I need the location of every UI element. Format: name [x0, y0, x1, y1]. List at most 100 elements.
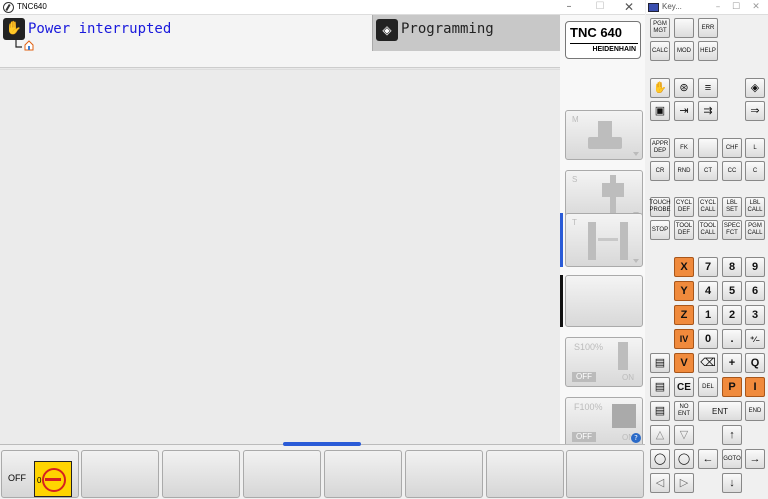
key-0[interactable]: 0 — [698, 329, 718, 349]
key-end[interactable]: END — [745, 401, 765, 421]
key-calc[interactable]: CALC — [650, 41, 670, 61]
programming-tab[interactable]: ◈ Programming — [372, 15, 560, 51]
key-pgm-call[interactable]: PGM CALL — [745, 220, 765, 240]
key-2[interactable]: 2 — [722, 305, 742, 325]
key-lbl-set[interactable]: LBL SET — [722, 197, 742, 217]
key-mod[interactable]: MOD — [674, 41, 694, 61]
key-3[interactable]: 3 — [745, 305, 765, 325]
key-no-ent[interactable]: NO ENT — [674, 401, 694, 421]
active-indicator — [560, 213, 563, 267]
key-rotate-left-icon[interactable]: ◯ — [650, 449, 670, 469]
key-axis-y[interactable]: Y — [674, 281, 694, 301]
key-arrow-up-icon[interactable]: ↑ — [722, 425, 742, 445]
softkey-m-function[interactable]: M — [565, 110, 643, 160]
programming-tab-label: Programming — [401, 21, 494, 37]
key-page-down-icon[interactable]: ▤ — [650, 401, 670, 421]
key-rotate-right-icon[interactable]: ◯ — [674, 449, 694, 469]
key-arrow-left-icon[interactable]: ← — [698, 449, 718, 469]
softkey-8[interactable] — [566, 450, 644, 498]
key-help[interactable]: HELP — [698, 41, 718, 61]
softkey-power-off[interactable]: OFF 0 — [1, 450, 79, 498]
key-axis-x[interactable]: X — [674, 257, 694, 277]
key-plus-minus[interactable]: ⁺∕₋ — [745, 329, 765, 349]
key-appr-dep[interactable]: APPR DEP — [650, 138, 670, 158]
key-cycl-def[interactable]: CYCL DEF — [674, 197, 694, 217]
key-programming-icon[interactable]: ◈ — [745, 78, 765, 98]
close-icon[interactable]: ✕ — [614, 0, 644, 15]
softkey-6[interactable] — [405, 450, 483, 498]
kbd-maximize-icon[interactable]: ☐ — [726, 0, 746, 15]
key-tool-call[interactable]: TOOL CALL — [698, 220, 718, 240]
help-icon[interactable]: ? — [631, 433, 641, 443]
key-plus[interactable]: + — [722, 353, 742, 373]
minimize-icon[interactable]: – — [554, 0, 584, 15]
key-full-sequence-icon[interactable]: ⇉ — [698, 101, 718, 121]
key-6[interactable]: 6 — [745, 281, 765, 301]
softkey-spindle-override[interactable]: S100% OFF ON — [565, 337, 643, 387]
key-cr[interactable]: CR — [650, 161, 670, 181]
key-pgm-mgt[interactable]: PGM MGT — [650, 18, 670, 38]
key-cc[interactable]: CC — [722, 161, 742, 181]
key-c[interactable]: C — [745, 161, 765, 181]
key-l[interactable]: L — [745, 138, 765, 158]
key-i[interactable]: I — [745, 377, 765, 397]
key-8[interactable]: 8 — [722, 257, 742, 277]
key-axis-v[interactable]: V — [674, 353, 694, 373]
key-1[interactable]: 1 — [698, 305, 718, 325]
softkey-7[interactable] — [486, 450, 564, 498]
key-rnd[interactable]: RND — [674, 161, 694, 181]
key-ent[interactable]: ENT — [698, 401, 742, 421]
key-test-run-icon[interactable]: ▣ — [650, 101, 670, 121]
key-tool-def[interactable]: TOOL DEF — [674, 220, 694, 240]
key-pgm-list-icon[interactable]: ▤ — [650, 353, 670, 373]
key-manual-hand-icon[interactable]: ✋ — [650, 78, 670, 98]
softkey-5[interactable] — [324, 450, 402, 498]
key-handwheel-icon[interactable]: ⊛ — [674, 78, 694, 98]
key-axis-z[interactable]: Z — [674, 305, 694, 325]
softkey-3[interactable] — [162, 450, 240, 498]
key-single-block-icon[interactable]: ⇥ — [674, 101, 694, 121]
key-del[interactable]: DEL — [698, 377, 718, 397]
key-blank-1[interactable] — [674, 18, 694, 38]
key-triangle-left-icon[interactable]: ◁ — [650, 473, 670, 493]
key-triangle-up-icon[interactable]: △ — [650, 425, 670, 445]
keyboard-window: Key... – ☐ ✕ PGM MGT ERR CALC MOD HELP ✋… — [646, 0, 768, 499]
key-ce[interactable]: CE — [674, 377, 694, 397]
key-q[interactable]: Q — [745, 353, 765, 373]
horizontal-softkey-bar: OFF 0 — [0, 442, 645, 499]
key-cycl-call[interactable]: CYCL CALL — [698, 197, 718, 217]
key-backspace-icon[interactable]: ⌫ — [698, 353, 718, 373]
key-page-up-icon[interactable]: ▤ — [650, 377, 670, 397]
softkey-4[interactable] — [243, 450, 321, 498]
softkey-2[interactable] — [81, 450, 159, 498]
softkey-blank[interactable] — [565, 275, 643, 327]
key-chf[interactable]: CHF — [722, 138, 742, 158]
key-ct[interactable]: CT — [698, 161, 718, 181]
key-arrow-down-icon[interactable]: ↓ — [722, 473, 742, 493]
key-triangle-right-icon[interactable]: ▷ — [674, 473, 694, 493]
key-err[interactable]: ERR — [698, 18, 718, 38]
key-goto[interactable]: GOTO — [722, 449, 742, 469]
key-test-icon[interactable]: ⇒ — [745, 101, 765, 121]
key-4[interactable]: 4 — [698, 281, 718, 301]
key-lbl-call[interactable]: LBL CALL — [745, 197, 765, 217]
key-mdi-icon[interactable]: ≡ — [698, 78, 718, 98]
key-stop[interactable]: STOP — [650, 220, 670, 240]
softkey-t-function[interactable]: T — [565, 213, 643, 267]
key-fk[interactable]: FK — [674, 138, 694, 158]
kbd-minimize-icon[interactable]: – — [708, 0, 728, 15]
key-p[interactable]: P — [722, 377, 742, 397]
softkey-page-indicator — [283, 442, 361, 446]
key-5[interactable]: 5 — [722, 281, 742, 301]
kbd-close-icon[interactable]: ✕ — [746, 0, 766, 15]
key-axis-iv[interactable]: IV — [674, 329, 694, 349]
key-9[interactable]: 9 — [745, 257, 765, 277]
key-7[interactable]: 7 — [698, 257, 718, 277]
key-blank-2[interactable] — [698, 138, 718, 158]
key-decimal[interactable]: . — [722, 329, 742, 349]
key-arrow-right-icon[interactable]: → — [745, 449, 765, 469]
key-spec-fct[interactable]: SPEC FCT — [722, 220, 742, 240]
maximize-icon[interactable]: ☐ — [585, 0, 615, 15]
key-triangle-down-icon[interactable]: ▽ — [674, 425, 694, 445]
key-touch-probe[interactable]: TOUCH PROBE — [649, 197, 671, 217]
